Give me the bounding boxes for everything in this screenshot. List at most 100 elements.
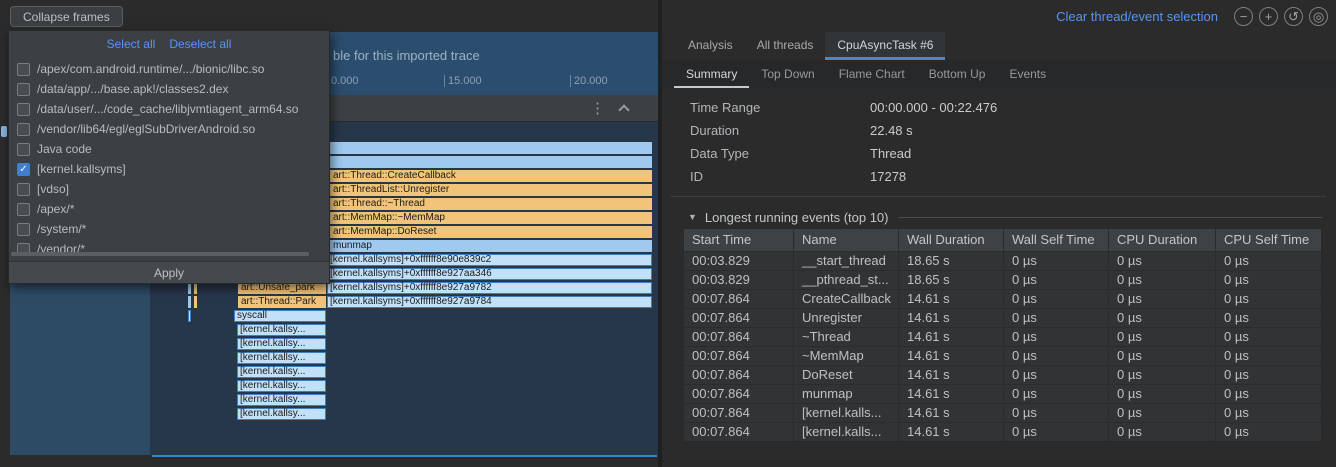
subtab-top-down[interactable]: Top Down	[749, 60, 826, 88]
filter-item[interactable]: [vdso]	[9, 179, 329, 199]
filter-item[interactable]: /vendor/lib64/egl/eglSubDriverAndroid.so	[9, 119, 329, 139]
table-cell: 0 µs	[1109, 385, 1216, 403]
filter-item[interactable]: /system/*	[9, 219, 329, 239]
select-all-link[interactable]: Select all	[107, 37, 156, 51]
flame-bar[interactable]: [kernel.kallsy...	[237, 394, 326, 406]
reset-zoom-icon[interactable]: ↺	[1284, 7, 1303, 26]
zoom-in-icon[interactable]: +	[1259, 7, 1278, 26]
table-cell: 0 µs	[1004, 252, 1109, 270]
table-row[interactable]: 00:03.829__pthread_st...18.65 s0 µs0 µs0…	[684, 270, 1321, 289]
table-cell: 0 µs	[1004, 404, 1109, 422]
flame-bar[interactable]: [kernel.kallsy...	[237, 380, 326, 392]
table-cell: 0 µs	[1216, 385, 1322, 403]
table-cell: 0 µs	[1004, 290, 1109, 308]
table-cell: 18.65 s	[899, 252, 1004, 270]
table-cell: 0 µs	[1004, 271, 1109, 289]
table-row[interactable]: 00:03.829__start_thread18.65 s0 µs0 µs0 …	[684, 251, 1321, 270]
subtab-bottom-up[interactable]: Bottom Up	[917, 60, 998, 88]
table-cell: 00:03.829	[684, 252, 794, 270]
filter-item[interactable]: ✓[kernel.kallsyms]	[9, 159, 329, 179]
table-row[interactable]: 00:07.864CreateCallback14.61 s0 µs0 µs0 …	[684, 289, 1321, 308]
ruler-tick: 0.000	[327, 75, 359, 87]
table-row[interactable]: 00:07.864[kernel.kalls...14.61 s0 µs0 µs…	[684, 422, 1321, 441]
horizontal-scrollbar[interactable]	[11, 252, 309, 256]
flame-bar[interactable]: [kernel.kallsyms]+0xffffff8e90e839c2	[327, 254, 652, 266]
deselect-all-link[interactable]: Deselect all	[169, 37, 231, 51]
filter-links-row: Select all Deselect all	[9, 31, 329, 57]
column-header[interactable]: Wall Duration	[899, 229, 1004, 251]
flame-bar-fragment[interactable]	[194, 296, 197, 308]
column-header[interactable]: Name	[794, 229, 899, 251]
zoom-to-selection-icon[interactable]: ◎	[1309, 7, 1328, 26]
tab-analysis[interactable]: Analysis	[676, 32, 745, 60]
column-header[interactable]: CPU Self Time	[1216, 229, 1322, 251]
table-row[interactable]: 00:07.864DoReset14.61 s0 µs0 µs0 µs	[684, 365, 1321, 384]
zoom-out-icon[interactable]: −	[1234, 7, 1253, 26]
flame-bar[interactable]: [kernel.kallsy...	[237, 408, 326, 420]
filter-item[interactable]: /apex/com.android.runtime/.../bionic/lib…	[9, 59, 329, 79]
flame-bar[interactable]: [kernel.kallsyms]+0xffffff8e927aa346	[327, 268, 652, 280]
flame-bar[interactable]: art::Thread::Park	[238, 296, 326, 308]
filter-item-label: /apex/com.android.runtime/.../bionic/lib…	[37, 62, 264, 76]
subtab-flame-chart[interactable]: Flame Chart	[827, 60, 917, 88]
table-row[interactable]: 00:07.864munmap14.61 s0 µs0 µs0 µs	[684, 384, 1321, 403]
filter-item[interactable]: /data/user/.../code_cache/libjvmtiagent_…	[9, 99, 329, 119]
checkbox[interactable]	[17, 123, 30, 136]
subtab-events[interactable]: Events	[997, 60, 1058, 88]
checkbox[interactable]	[17, 103, 30, 116]
tab-all-threads[interactable]: All threads	[745, 32, 826, 60]
ruler-tick: 20.000	[570, 75, 608, 87]
table-cell: 0 µs	[1004, 347, 1109, 365]
collapse-frames-button[interactable]: Collapse frames	[10, 6, 123, 27]
selection-range-underline	[152, 455, 657, 457]
table-cell: 0 µs	[1109, 290, 1216, 308]
filter-item[interactable]: /vendor/*	[9, 239, 329, 259]
apply-button[interactable]: Apply	[9, 261, 329, 283]
table-cell: 00:07.864	[684, 328, 794, 346]
filter-item[interactable]: /apex/*	[9, 199, 329, 219]
column-header[interactable]: Wall Self Time	[1004, 229, 1109, 251]
flame-bar[interactable]: [kernel.kallsyms]+0xffffff8e927a9784	[327, 296, 652, 308]
table-row[interactable]: 00:07.864Unregister14.61 s0 µs0 µs0 µs	[684, 308, 1321, 327]
flame-bar[interactable]: [kernel.kallsy...	[237, 366, 326, 378]
filter-item-label: /data/user/.../code_cache/libjvmtiagent_…	[37, 102, 298, 116]
collapse-arrow-icon[interactable]: ▼	[688, 212, 697, 222]
filter-item[interactable]: Java code	[9, 139, 329, 159]
table-cell: [kernel.kalls...	[794, 423, 899, 441]
detail-label: Time Range	[662, 96, 870, 119]
checkbox[interactable]	[17, 183, 30, 196]
collapsed-panel-tab[interactable]	[1, 126, 7, 137]
collapse-chevron-icon[interactable]	[618, 104, 629, 115]
checkbox[interactable]	[17, 63, 30, 76]
filter-item[interactable]: /data/app/.../base.apk!/classes2.dex	[9, 79, 329, 99]
flame-bar-fragment[interactable]	[188, 296, 191, 308]
flame-bar[interactable]: [kernel.kallsyms]+0xffffff8e927a9782	[327, 282, 652, 294]
ruler-tick: 15.000	[444, 75, 482, 87]
clear-selection-link[interactable]: Clear thread/event selection	[1056, 9, 1218, 24]
table-cell: 0 µs	[1109, 271, 1216, 289]
table-row[interactable]: 00:07.864~Thread14.61 s0 µs0 µs0 µs	[684, 327, 1321, 346]
detail-row: Data TypeThread	[662, 142, 1336, 165]
flame-bar[interactable]: [kernel.kallsy...	[237, 352, 326, 364]
table-cell: 0 µs	[1216, 423, 1322, 441]
column-header[interactable]: CPU Duration	[1109, 229, 1216, 251]
tab-cpuasynctask-6[interactable]: CpuAsyncTask #6	[825, 32, 945, 60]
more-options-icon[interactable]: ⋮	[590, 99, 605, 117]
subtab-summary[interactable]: Summary	[674, 60, 749, 88]
checkbox[interactable]	[17, 143, 30, 156]
column-header[interactable]: Start Time	[684, 229, 794, 251]
checkbox[interactable]	[17, 83, 30, 96]
table-cell: 0 µs	[1109, 328, 1216, 346]
checkbox[interactable]	[17, 203, 30, 216]
capture-details: Time Range00:00.000 - 00:22.476Duration2…	[662, 96, 1336, 188]
flame-bar-fragment[interactable]	[188, 310, 191, 322]
table-row[interactable]: 00:07.864~MemMap14.61 s0 µs0 µs0 µs	[684, 346, 1321, 365]
imported-trace-message: ble for this imported trace	[333, 48, 480, 63]
checkbox[interactable]	[17, 223, 30, 236]
flame-bar[interactable]: [kernel.kallsy...	[237, 338, 326, 350]
checkbox-checked[interactable]: ✓	[17, 163, 30, 176]
table-row[interactable]: 00:07.864[kernel.kalls...14.61 s0 µs0 µs…	[684, 403, 1321, 422]
flame-bar[interactable]: [kernel.kallsy...	[237, 324, 326, 336]
analysis-tabs: AnalysisAll threadsCpuAsyncTask #6	[676, 32, 945, 60]
flame-bar[interactable]: syscall	[234, 310, 326, 322]
